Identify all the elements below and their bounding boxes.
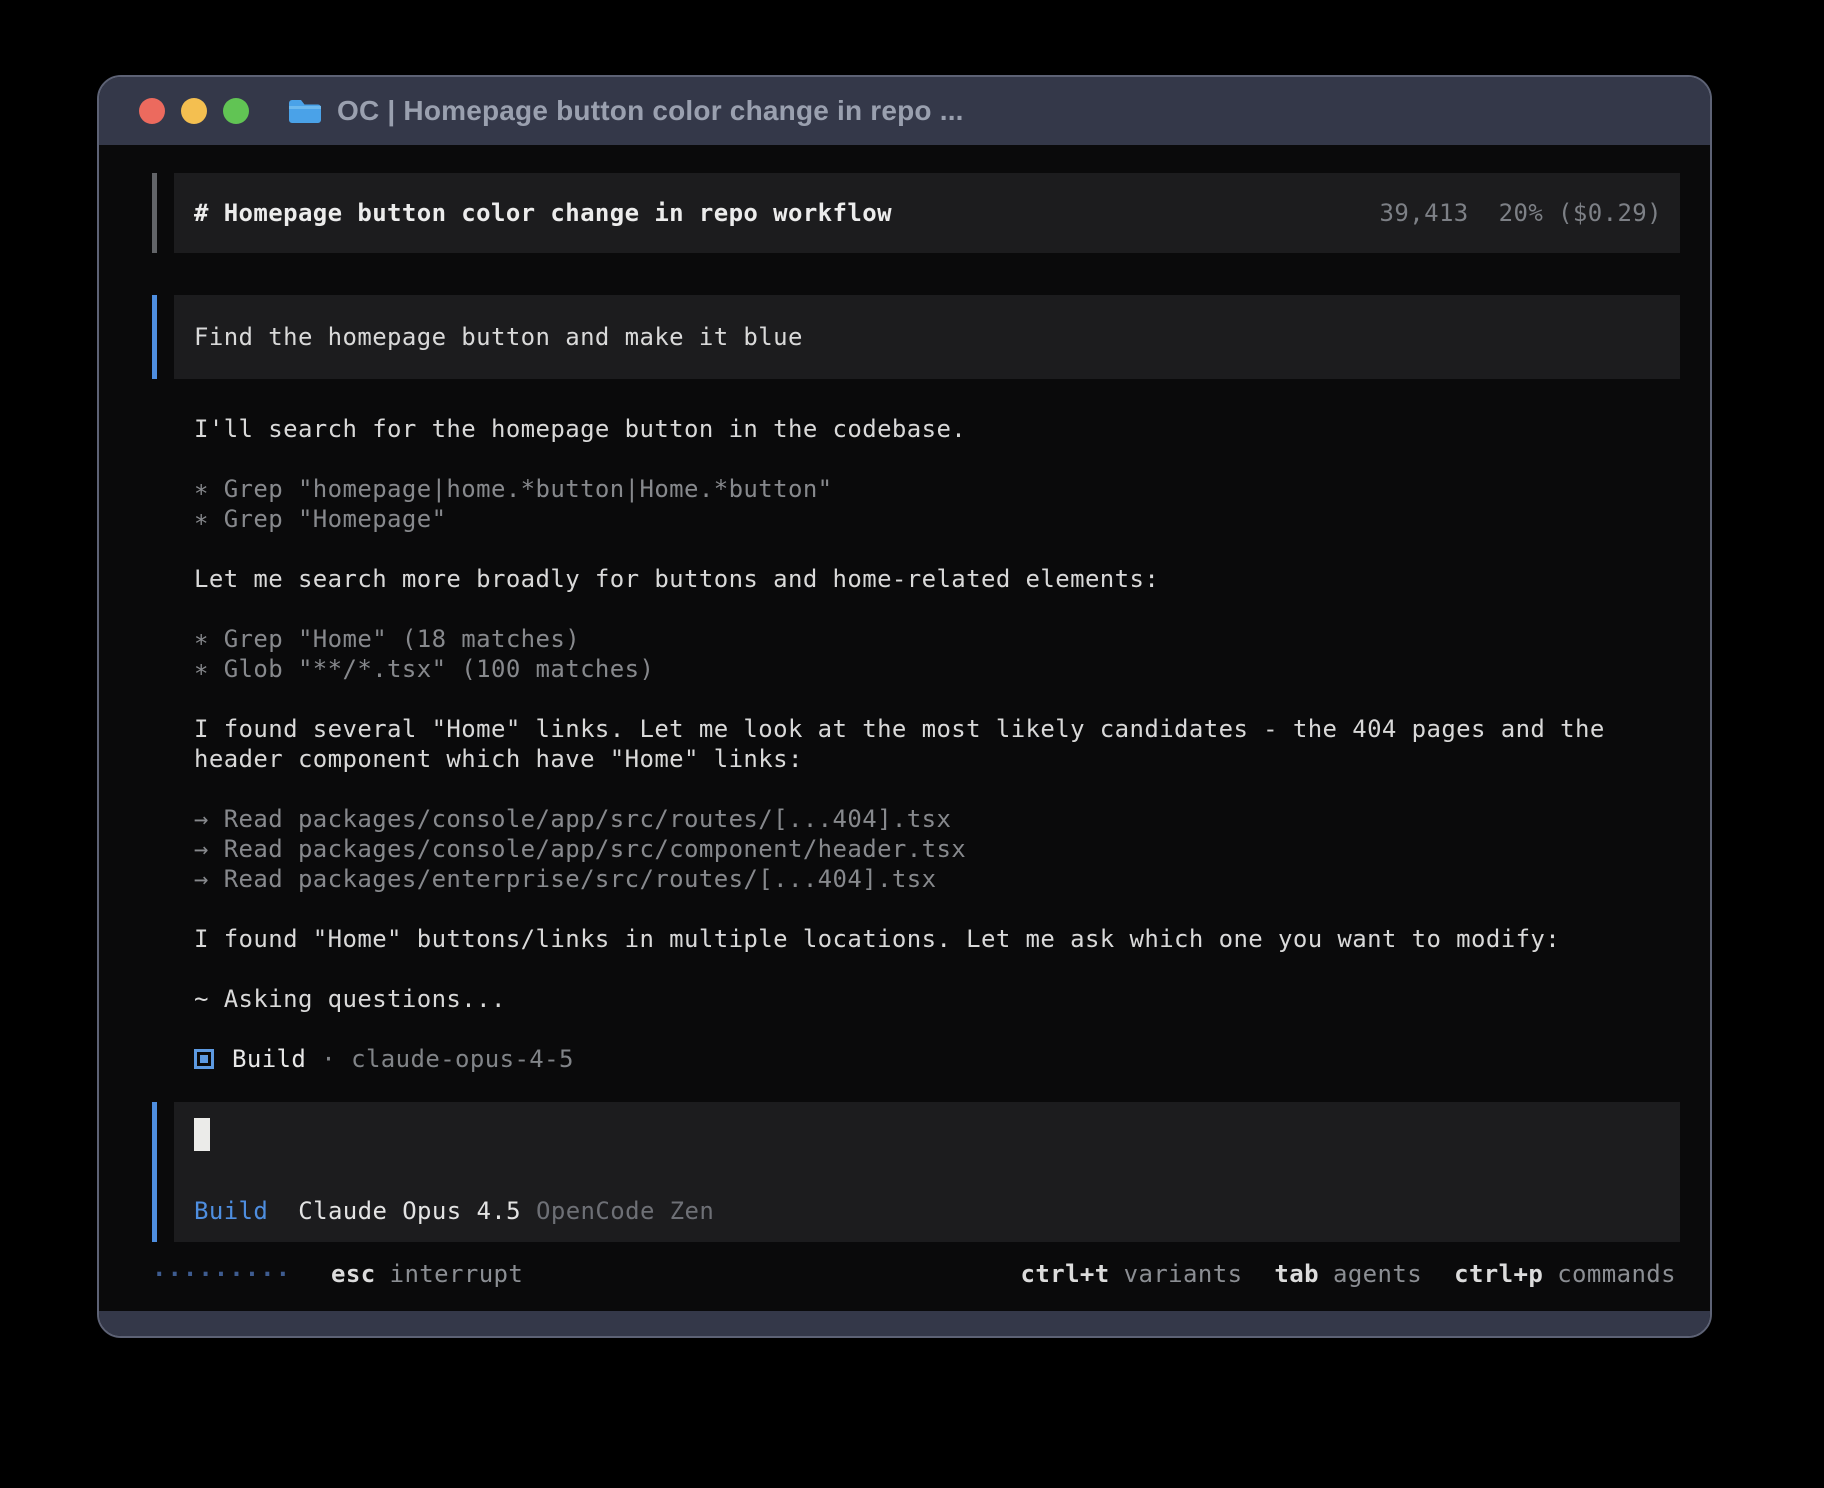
hint-label: agents bbox=[1333, 1260, 1422, 1288]
hint-key: tab bbox=[1274, 1260, 1319, 1288]
input-model-name: Claude Opus 4.5 bbox=[298, 1196, 521, 1226]
hint-label: variants bbox=[1124, 1260, 1243, 1288]
agent-square-icon bbox=[194, 1049, 214, 1069]
assistant-paragraph: I found several "Home" links. Let me loo… bbox=[194, 714, 1680, 774]
spinner-dots: ········· bbox=[152, 1260, 291, 1288]
asking-questions-status: ~ Asking questions... bbox=[194, 984, 1680, 1014]
tool-call-read: → Read packages/console/app/src/componen… bbox=[194, 834, 1680, 864]
hint-key: ctrl+t bbox=[1021, 1260, 1110, 1288]
hint-key: ctrl+p bbox=[1454, 1260, 1543, 1288]
hint-commands: ctrl+p commands bbox=[1454, 1260, 1676, 1288]
tool-call-glob: ∗ Glob "**/*.tsx" (100 matches) bbox=[194, 654, 1680, 684]
hint-label: interrupt bbox=[390, 1260, 524, 1288]
agent-name: Build bbox=[232, 1045, 306, 1073]
window-bottom-chrome bbox=[99, 1311, 1710, 1336]
tool-calls: ∗ Grep "homepage|home.*button|Home.*butt… bbox=[194, 474, 1680, 534]
hint-variants: ctrl+t variants bbox=[1021, 1260, 1243, 1288]
assistant-text: I'll search for the homepage button in t… bbox=[194, 414, 1680, 444]
separator-dot: · bbox=[321, 1045, 336, 1073]
status-bar-right: ctrl+t variants tab agents ctrl+p comman… bbox=[1021, 1260, 1676, 1288]
terminal-content: # Homepage button color change in repo w… bbox=[99, 145, 1710, 1311]
close-button[interactable] bbox=[139, 98, 165, 124]
hint-interrupt: esc interrupt bbox=[331, 1260, 523, 1288]
assistant-paragraph: I'll search for the homepage button in t… bbox=[194, 414, 1680, 444]
tool-calls: ∗ Grep "Home" (18 matches) ∗ Glob "**/*.… bbox=[194, 624, 1680, 684]
assistant-paragraph: I found "Home" buttons/links in multiple… bbox=[194, 924, 1680, 954]
traffic-lights bbox=[139, 98, 249, 124]
assistant-paragraph: Let me search more broadly for buttons a… bbox=[194, 564, 1680, 594]
assistant-text: I found several "Home" links. Let me loo… bbox=[194, 714, 1680, 744]
tool-call-grep: ∗ Grep "Home" (18 matches) bbox=[194, 624, 1680, 654]
context-cost: 20% ($0.29) bbox=[1499, 199, 1662, 227]
session-title: # Homepage button color change in repo w… bbox=[194, 199, 892, 227]
conversation: I'll search for the homepage button in t… bbox=[194, 414, 1680, 1074]
prompt-input[interactable]: Build Claude Opus 4.5 OpenCode Zen bbox=[174, 1102, 1680, 1242]
minimize-button[interactable] bbox=[181, 98, 207, 124]
session-stats: 39,413 20% ($0.29) bbox=[1380, 199, 1662, 227]
tool-call-grep: ∗ Grep "Homepage" bbox=[194, 504, 1680, 534]
tool-calls: → Read packages/console/app/src/routes/[… bbox=[194, 804, 1680, 894]
folder-icon bbox=[287, 96, 323, 126]
text-cursor bbox=[194, 1118, 210, 1151]
hint-key: esc bbox=[331, 1260, 376, 1288]
window-title: OC | Homepage button color change in rep… bbox=[337, 95, 964, 127]
hint-agents: tab agents bbox=[1274, 1260, 1422, 1288]
user-message: Find the homepage button and make it blu… bbox=[174, 295, 1680, 379]
agent-status-line: Build · claude-opus-4-5 bbox=[194, 1044, 1680, 1074]
tool-call-grep: ∗ Grep "homepage|home.*button|Home.*butt… bbox=[194, 474, 1680, 504]
input-agent-label[interactable]: Build bbox=[194, 1196, 268, 1226]
assistant-text: Let me search more broadly for buttons a… bbox=[194, 564, 1680, 594]
terminal-window: OC | Homepage button color change in rep… bbox=[97, 75, 1712, 1338]
status-message: ~ Asking questions... bbox=[194, 984, 1680, 1014]
hint-label: commands bbox=[1557, 1260, 1676, 1288]
status-bar-left: ········· esc interrupt bbox=[152, 1260, 523, 1288]
window-titlebar[interactable]: OC | Homepage button color change in rep… bbox=[99, 77, 1710, 145]
status-bar: ········· esc interrupt ctrl+t variants … bbox=[152, 1258, 1680, 1290]
assistant-text: header component which have "Home" links… bbox=[194, 744, 1680, 774]
tool-call-read: → Read packages/enterprise/src/routes/[.… bbox=[194, 864, 1680, 894]
token-count: 39,413 bbox=[1380, 199, 1469, 227]
user-message-text: Find the homepage button and make it blu… bbox=[194, 323, 803, 351]
session-header: # Homepage button color change in repo w… bbox=[174, 173, 1680, 253]
tool-call-read: → Read packages/console/app/src/routes/[… bbox=[194, 804, 1680, 834]
input-model-provider: OpenCode Zen bbox=[536, 1196, 714, 1226]
zoom-button[interactable] bbox=[223, 98, 249, 124]
agent-model: claude-opus-4-5 bbox=[351, 1045, 574, 1073]
input-model-row: Build Claude Opus 4.5 OpenCode Zen bbox=[194, 1196, 1680, 1226]
assistant-text: I found "Home" buttons/links in multiple… bbox=[194, 924, 1680, 954]
